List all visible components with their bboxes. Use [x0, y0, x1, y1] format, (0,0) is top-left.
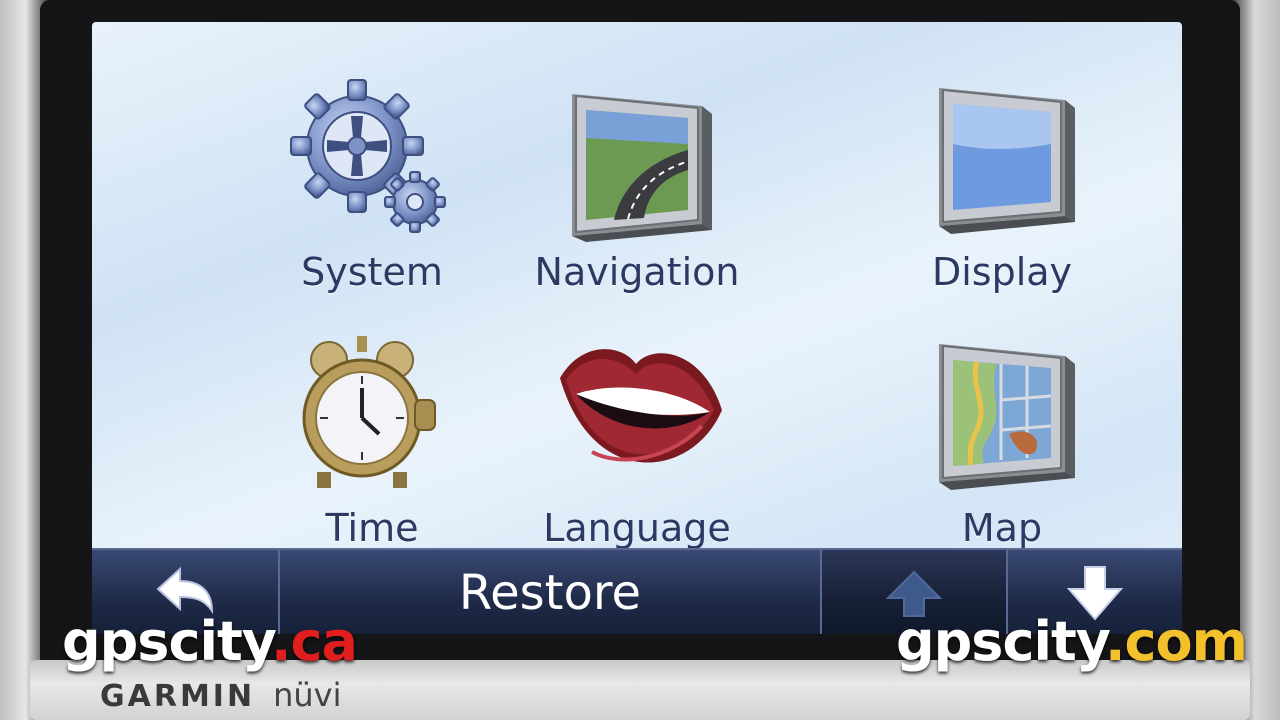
alarm-clock-icon: [302, 336, 436, 488]
restore-button-label: Restore: [458, 565, 642, 621]
brand-model: nüvi: [273, 676, 342, 714]
watermark-left-suffix: .ca: [271, 610, 358, 673]
watermark-left-base: gpscity: [62, 610, 272, 673]
gears-icon: [290, 79, 446, 233]
tile-display[interactable]: Display: [852, 44, 1152, 294]
tile-language[interactable]: Language: [487, 300, 787, 550]
tile-system-label: System: [301, 250, 443, 294]
monitor-icon: [939, 88, 1075, 234]
tile-language-label: Language: [543, 506, 731, 550]
watermark-left: gpscity.ca: [62, 610, 358, 673]
tile-map-label: Map: [961, 506, 1043, 550]
road-screen-icon: [572, 94, 712, 242]
tile-time[interactable]: Time: [222, 300, 522, 550]
tile-system[interactable]: System: [222, 44, 522, 294]
watermark-right-suffix: .com: [1105, 610, 1248, 673]
touch-screen: System Navigation Display Time Language …: [92, 22, 1182, 634]
map-screen-icon: [939, 344, 1075, 490]
device-branding: GARMIN nüvi: [100, 676, 341, 716]
tile-navigation-label: Navigation: [534, 250, 740, 294]
watermark-right: gpscity.com: [896, 610, 1248, 673]
settings-grid: System Navigation Display Time Language …: [92, 22, 1182, 550]
lips-icon: [560, 349, 722, 463]
tile-display-label: Display: [931, 250, 1073, 294]
watermark-right-base: gpscity: [896, 610, 1106, 673]
tile-navigation[interactable]: Navigation: [487, 44, 787, 294]
restore-button[interactable]: Restore: [280, 550, 822, 634]
tile-map[interactable]: Map: [852, 300, 1152, 550]
brand-maker: GARMIN: [100, 679, 256, 714]
tile-time-label: Time: [325, 506, 419, 550]
